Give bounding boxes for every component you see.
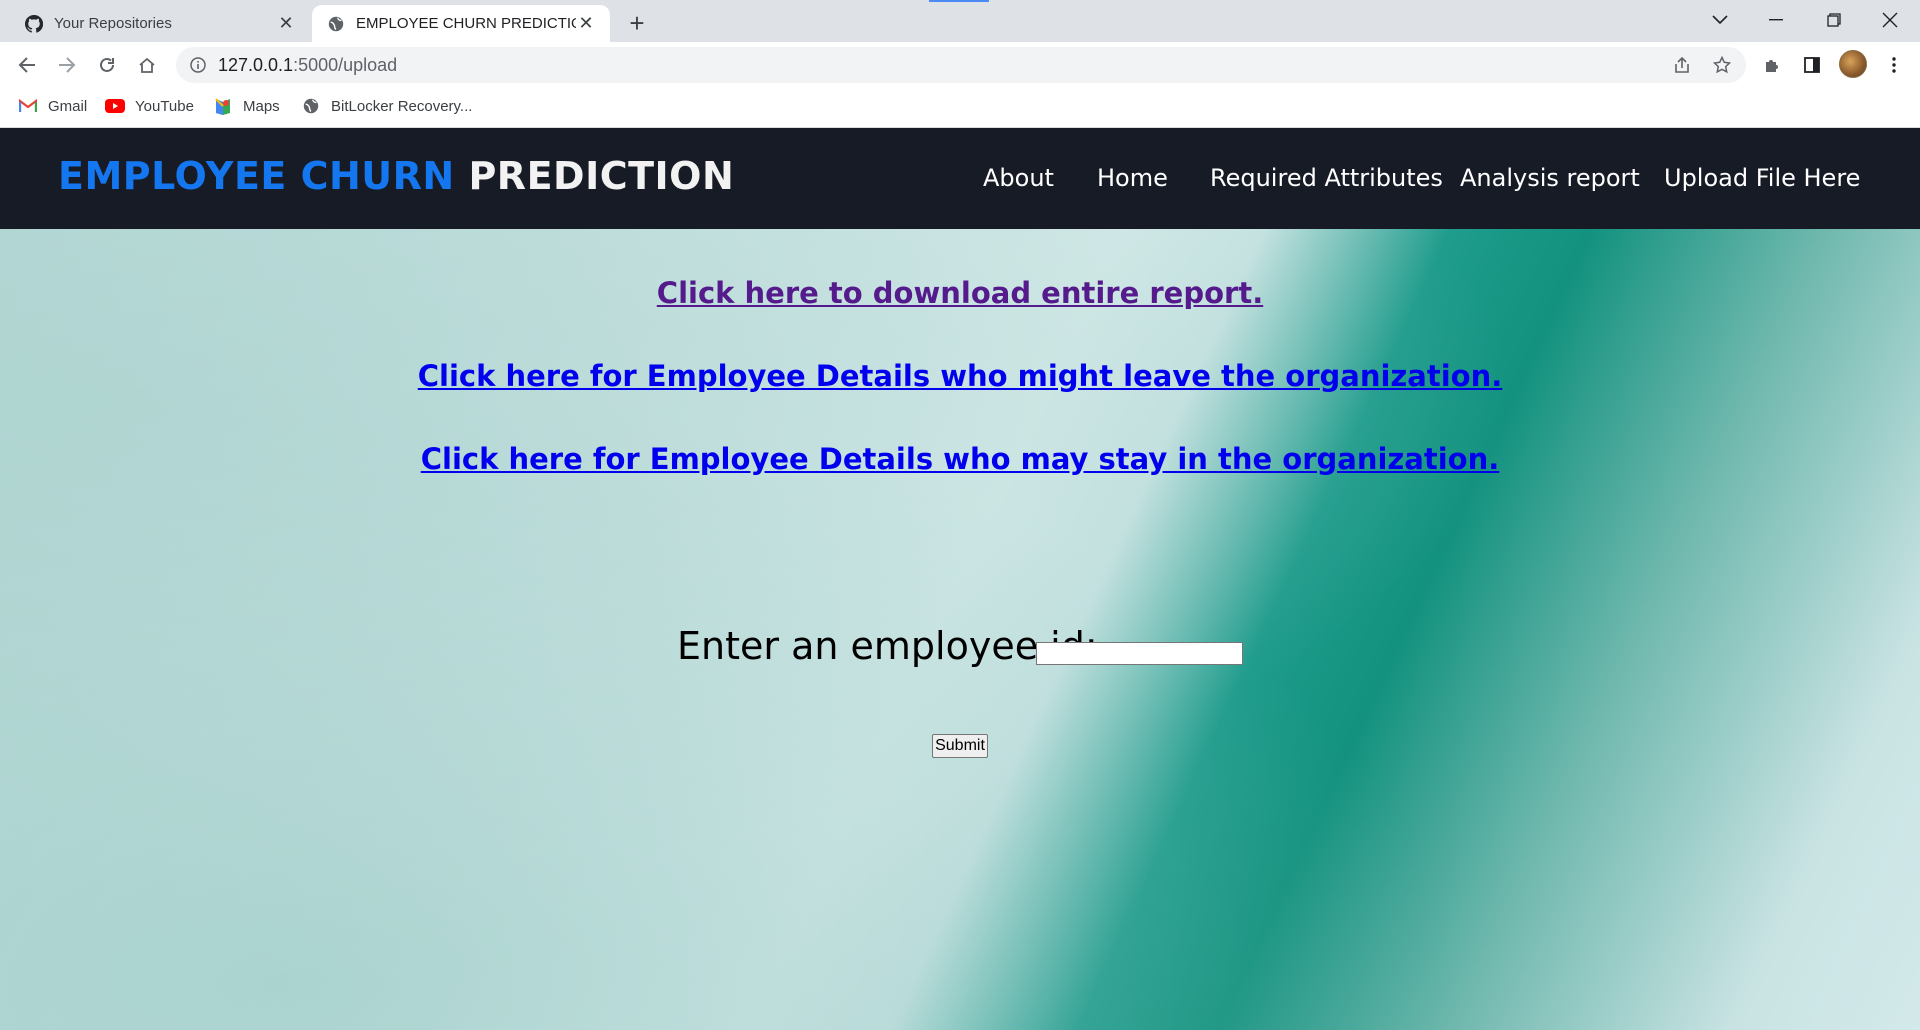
- globe-icon: [326, 14, 346, 34]
- brand-part1: EMPLOYEE CHURN: [58, 154, 455, 198]
- close-icon[interactable]: ✕: [576, 13, 596, 34]
- minimize-icon[interactable]: [1748, 0, 1804, 40]
- new-tab-button[interactable]: +: [622, 8, 652, 38]
- share-icon[interactable]: [1666, 49, 1698, 81]
- address-bar[interactable]: 127.0.0.1:5000/upload: [176, 47, 1746, 83]
- url-text: 127.0.0.1:5000/upload: [218, 55, 397, 76]
- tab-your-repositories[interactable]: Your Repositories ✕: [10, 5, 310, 42]
- bookmark-maps[interactable]: Maps: [213, 88, 280, 124]
- url-path: :5000/upload: [293, 54, 398, 75]
- stay-employees-link[interactable]: Click here for Employee Details who may …: [0, 442, 1920, 476]
- download-report-link[interactable]: Click here to download entire report.: [0, 276, 1920, 310]
- employee-id-label: Enter an employee id:: [677, 624, 1098, 668]
- page-viewport: EMPLOYEE CHURN PREDICTION About Home Req…: [0, 128, 1920, 1030]
- tab-title: EMPLOYEE CHURN PREDICTION: [356, 15, 576, 32]
- extensions-puzzle-icon[interactable]: [1756, 49, 1788, 81]
- bookmark-label: Gmail: [48, 97, 88, 115]
- tab-employee-churn[interactable]: EMPLOYEE CHURN PREDICTION ✕: [312, 5, 610, 42]
- reload-icon[interactable]: [91, 49, 123, 81]
- employee-id-input[interactable]: [1036, 642, 1243, 665]
- tab-strip: Your Repositories ✕ EMPLOYEE CHURN PREDI…: [0, 0, 1920, 42]
- tab-strip-accent: [929, 0, 989, 2]
- github-icon: [24, 14, 44, 34]
- leave-employees-link[interactable]: Click here for Employee Details who migh…: [0, 359, 1920, 393]
- globe-icon: [301, 96, 321, 116]
- bookmark-gmail[interactable]: Gmail: [18, 88, 87, 124]
- nav-analysis-report[interactable]: Analysis report: [1460, 164, 1640, 192]
- bookmark-label: Maps: [243, 97, 280, 115]
- tab-title: Your Repositories: [54, 15, 172, 32]
- bookmark-label: BitLocker Recovery...: [331, 97, 473, 115]
- submit-button[interactable]: Submit: [932, 734, 988, 758]
- nav-about[interactable]: About: [983, 164, 1054, 192]
- profile-avatar[interactable]: [1839, 50, 1867, 78]
- bookmark-star-icon[interactable]: [1706, 49, 1738, 81]
- forward-arrow-icon[interactable]: [51, 49, 83, 81]
- site-brand[interactable]: EMPLOYEE CHURN PREDICTION: [58, 154, 734, 198]
- bookmark-bitlocker[interactable]: BitLocker Recovery...: [301, 88, 472, 124]
- side-panel-icon[interactable]: [1796, 49, 1828, 81]
- home-icon[interactable]: [131, 49, 163, 81]
- close-icon[interactable]: ✕: [276, 13, 296, 34]
- close-window-icon[interactable]: [1862, 0, 1918, 40]
- nav-home[interactable]: Home: [1097, 164, 1168, 192]
- restore-icon[interactable]: [1806, 0, 1862, 40]
- background-image: [0, 128, 1920, 1030]
- brand-part2: PREDICTION: [468, 154, 735, 198]
- site-header: EMPLOYEE CHURN PREDICTION About Home Req…: [0, 128, 1920, 229]
- youtube-icon: [105, 96, 125, 116]
- nav-upload-file[interactable]: Upload File Here: [1664, 164, 1860, 192]
- url-host: 127.0.0.1: [218, 54, 294, 75]
- back-arrow-icon[interactable]: [11, 49, 43, 81]
- bookmarks-bar: Gmail YouTube Maps BitLocker Recovery...: [0, 88, 1920, 128]
- nav-required-attributes[interactable]: Required Attributes: [1210, 164, 1443, 192]
- browser-toolbar: 127.0.0.1:5000/upload: [0, 42, 1920, 88]
- more-menu-icon[interactable]: [1878, 49, 1910, 81]
- bookmark-youtube[interactable]: YouTube: [105, 88, 194, 124]
- bookmark-label: YouTube: [135, 97, 194, 115]
- site-info-icon[interactable]: [188, 55, 208, 75]
- tab-search-chevron-icon[interactable]: [1692, 0, 1748, 40]
- gmail-icon: [18, 96, 38, 116]
- maps-icon: [213, 96, 233, 116]
